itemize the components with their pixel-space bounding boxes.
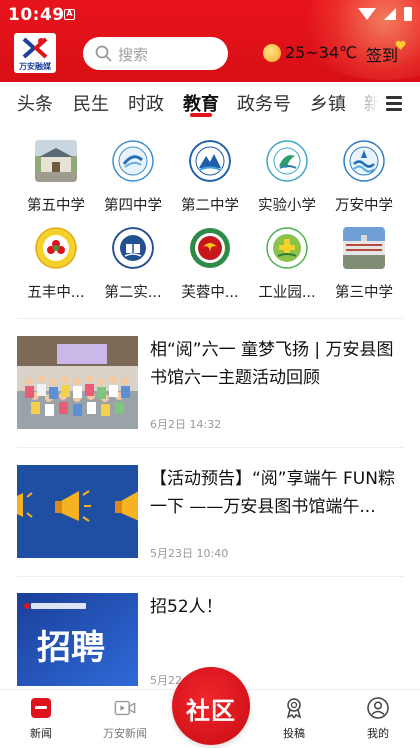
app-header: 10:49 A 万安融媒 搜索 25~34℃ 签到 [0, 0, 420, 82]
signal-icon [384, 8, 396, 20]
status-time: 10:49 [8, 5, 65, 25]
search-placeholder: 搜索 [118, 46, 149, 64]
article-thumbnail-image [17, 465, 138, 558]
submit-ribbon-icon [286, 698, 302, 719]
news-icon [31, 698, 51, 718]
logo-text: 万安融媒 [19, 62, 51, 71]
search-input[interactable]: 搜索 [83, 37, 228, 70]
article-timestamp: 5月23日 10:40 [150, 547, 229, 560]
school-item[interactable]: 第四中学 [94, 140, 172, 215]
school-label: 芙蓉中... [181, 285, 239, 301]
school-emblem-icon [343, 140, 385, 182]
school-item[interactable]: 五丰中... [17, 227, 95, 302]
status-bar: 10:49 A [0, 0, 420, 28]
nav-label: 万安新闻 [103, 727, 147, 740]
school-emblem-icon [112, 140, 154, 182]
tab-government[interactable]: 政务号 [237, 90, 291, 116]
nav-submit[interactable]: 投稿 [259, 690, 329, 741]
article-title: 招52人！ [150, 597, 223, 617]
community-label: 社区 [186, 697, 236, 725]
tab-livelihood[interactable]: 民生 [73, 90, 109, 116]
school-label: 第二实... [104, 285, 162, 301]
school-label: 第三中学 [335, 285, 393, 301]
status-indicators [358, 7, 412, 21]
signin-badge-icon [395, 40, 406, 50]
article-divider [17, 447, 404, 448]
notification-app-icon: A [64, 9, 75, 20]
school-label: 第五中学 [27, 198, 85, 214]
nav-news[interactable]: 新闻 [6, 690, 76, 741]
nav-label: 我的 [367, 727, 389, 740]
wifi-icon [358, 8, 376, 20]
school-label: 万安中学 [335, 198, 393, 214]
school-emblem-icon [190, 228, 230, 268]
school-item[interactable]: 第五中学 [17, 140, 95, 215]
tab-headlines[interactable]: 头条 [17, 90, 53, 116]
school-item[interactable]: 第二实... [94, 227, 172, 302]
school-label: 五丰中... [27, 285, 85, 301]
article-divider [17, 576, 404, 577]
school-label: 实验小学 [258, 198, 316, 214]
weather-temperature: 25~34℃ [285, 43, 358, 62]
school-emblem-icon [266, 140, 308, 182]
article-thumbnail-image: 招聘 [17, 593, 138, 686]
app-logo[interactable]: 万安融媒 [14, 33, 56, 73]
article-title: 【活动预告】“阅”享端午 FUN粽一下 ——万安县图书馆端午... [150, 469, 395, 517]
school-emblem-icon [266, 227, 308, 269]
nav-label: 新闻 [30, 727, 52, 740]
tab-towns[interactable]: 乡镇 [310, 90, 346, 116]
article-title: 相“阅”六一 童梦飞扬 | 万安县图书馆六一主题活动回顾 [150, 340, 394, 388]
school-label: 工业园... [258, 285, 316, 301]
signin-button[interactable]: 签到 [366, 42, 398, 66]
search-icon [95, 45, 112, 62]
school-label: 第二中学 [181, 198, 239, 214]
community-button[interactable]: 社区 [172, 667, 250, 745]
weather-sun-icon [263, 44, 281, 62]
school-emblem-icon [112, 227, 154, 269]
logo-mark-icon [22, 37, 48, 59]
profile-icon [367, 697, 389, 719]
school-emblem-icon [189, 140, 231, 182]
school-label: 第四中学 [104, 198, 162, 214]
school-building-photo-icon [343, 227, 385, 269]
article-timestamp: 6月2日 14:32 [150, 418, 222, 431]
section-divider [17, 318, 404, 319]
school-item[interactable]: 实验小学 [248, 140, 326, 215]
video-icon [114, 700, 136, 716]
school-item[interactable]: 第二中学 [171, 140, 249, 215]
school-item[interactable]: 第三中学 [325, 227, 403, 302]
tab-politics[interactable]: 时政 [128, 90, 164, 116]
article-item[interactable]: 相“阅”六一 童梦飞扬 | 万安县图书馆六一主题活动回顾 6月2日 14:32 [17, 336, 404, 431]
active-tab-indicator [190, 113, 212, 117]
article-thumbnail-image [17, 336, 138, 429]
nav-label: 投稿 [283, 727, 305, 740]
recruitment-banner-text: 招聘 [37, 629, 105, 667]
menu-icon[interactable] [386, 96, 402, 111]
nav-profile[interactable]: 我的 [343, 690, 413, 741]
battery-icon [404, 7, 412, 21]
article-item[interactable]: 【活动预告】“阅”享端午 FUN粽一下 ——万安县图书馆端午... 5月23日 … [17, 465, 404, 560]
school-emblem-icon [35, 227, 77, 269]
nav-wanan-news[interactable]: 万安新闻 [90, 690, 160, 741]
school-item[interactable]: 芙蓉中... [171, 227, 249, 302]
school-building-photo-icon [35, 140, 77, 182]
school-item[interactable]: 工业园... [248, 227, 326, 302]
tab-overflow-fade [348, 82, 382, 122]
school-item[interactable]: 万安中学 [325, 140, 403, 215]
